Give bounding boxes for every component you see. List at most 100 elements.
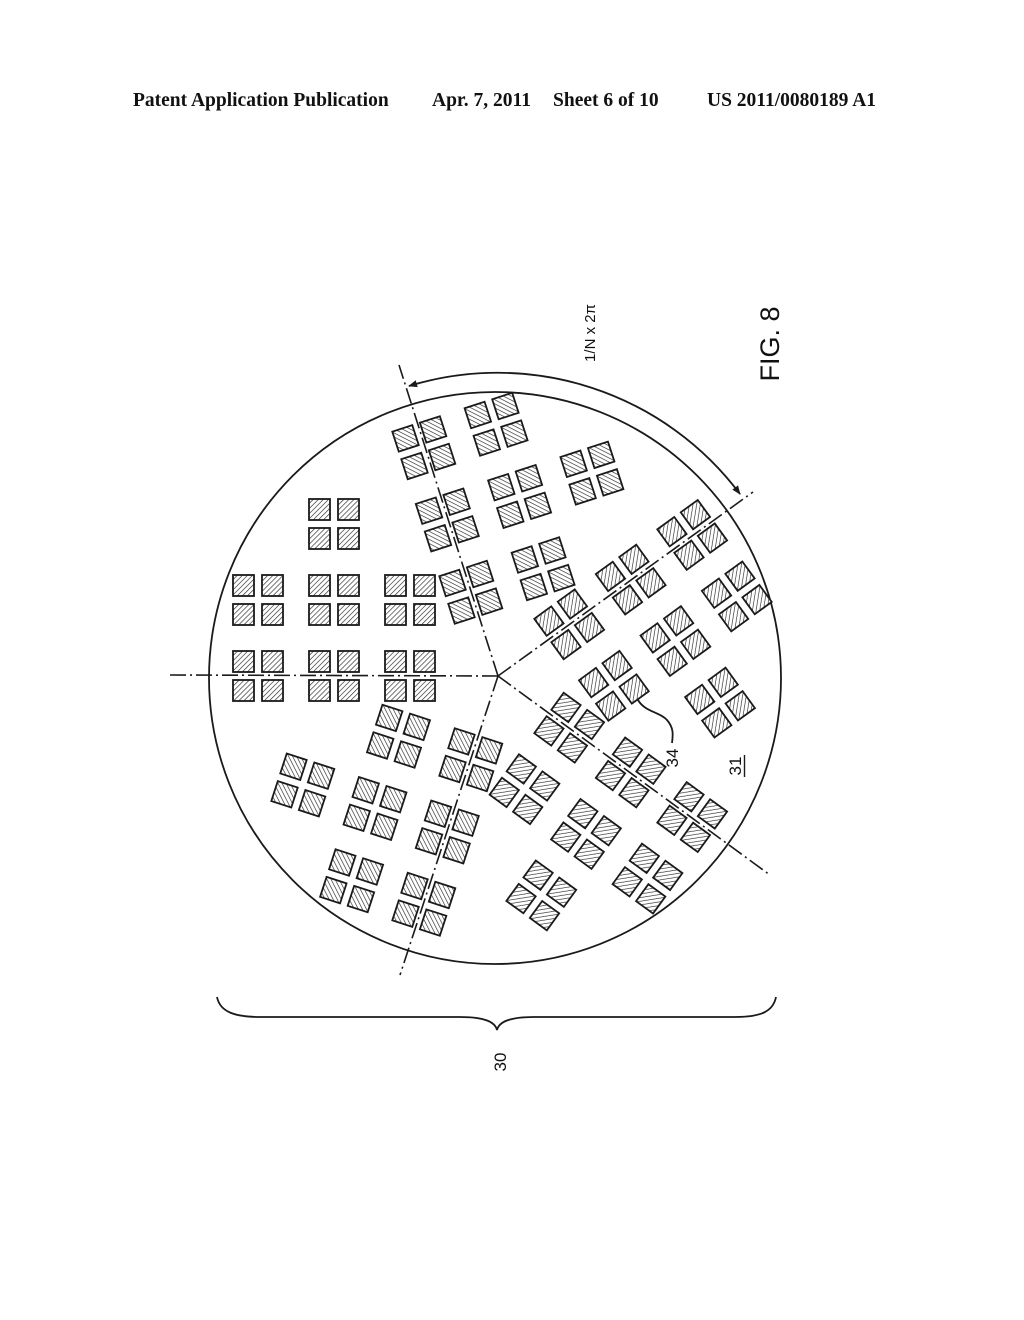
die bbox=[696, 797, 729, 830]
die bbox=[423, 799, 453, 829]
die-block bbox=[510, 536, 576, 602]
die bbox=[337, 498, 360, 521]
die bbox=[261, 679, 284, 702]
die bbox=[486, 472, 516, 502]
die bbox=[306, 761, 336, 791]
die bbox=[700, 706, 733, 739]
wafer-sector bbox=[488, 691, 729, 932]
die bbox=[442, 487, 471, 517]
die bbox=[700, 577, 733, 610]
die bbox=[511, 793, 544, 826]
die bbox=[628, 842, 661, 875]
die bbox=[617, 543, 650, 576]
die bbox=[391, 424, 420, 453]
die bbox=[232, 603, 255, 626]
die bbox=[393, 740, 423, 769]
die bbox=[374, 703, 404, 733]
die bbox=[573, 708, 606, 741]
die-block bbox=[391, 415, 457, 481]
die bbox=[724, 560, 756, 593]
die bbox=[400, 871, 429, 901]
die bbox=[308, 527, 331, 550]
die bbox=[549, 821, 582, 854]
wafer-sector bbox=[232, 498, 436, 702]
die-block bbox=[559, 440, 625, 506]
angle-arrow bbox=[408, 371, 741, 495]
die bbox=[495, 500, 525, 530]
die bbox=[365, 731, 395, 760]
die bbox=[261, 650, 284, 673]
die bbox=[505, 882, 537, 915]
die-block bbox=[342, 775, 408, 842]
die bbox=[683, 683, 716, 716]
die bbox=[550, 628, 582, 661]
die bbox=[414, 496, 444, 526]
die bbox=[634, 882, 667, 915]
die bbox=[522, 859, 555, 892]
die bbox=[318, 875, 348, 905]
substrate-reference-numeral: 31 bbox=[726, 757, 745, 776]
die bbox=[351, 775, 381, 805]
die bbox=[308, 574, 331, 597]
die bbox=[523, 491, 553, 521]
die bbox=[568, 477, 597, 506]
die bbox=[384, 679, 407, 702]
wafer-brace bbox=[216, 996, 777, 1031]
die-block bbox=[414, 487, 480, 553]
die bbox=[724, 689, 757, 722]
die bbox=[327, 848, 357, 877]
die bbox=[679, 821, 712, 854]
die-block bbox=[308, 498, 360, 550]
die bbox=[514, 463, 544, 493]
die-block bbox=[639, 604, 712, 678]
die bbox=[308, 498, 331, 521]
die bbox=[447, 596, 476, 625]
die bbox=[538, 536, 567, 565]
figure-label: FIG. 8 bbox=[755, 306, 785, 381]
die bbox=[297, 788, 327, 818]
die bbox=[545, 876, 578, 909]
die bbox=[662, 604, 695, 637]
die bbox=[384, 574, 407, 597]
die bbox=[261, 574, 284, 597]
die bbox=[463, 400, 493, 430]
figure-drawing: 1/N x 2π FIG. 8 34 31 30 bbox=[169, 304, 785, 1071]
die-block bbox=[577, 649, 651, 722]
die bbox=[423, 523, 453, 553]
die bbox=[418, 415, 448, 444]
die bbox=[418, 908, 448, 937]
die bbox=[617, 776, 650, 809]
die bbox=[656, 645, 689, 678]
wafer-sector bbox=[270, 703, 504, 937]
angle-label: 1/N x 2π bbox=[582, 304, 599, 362]
die bbox=[472, 428, 502, 457]
sector-axes bbox=[169, 364, 771, 976]
die bbox=[505, 753, 538, 785]
die bbox=[337, 574, 360, 597]
die bbox=[337, 603, 360, 626]
die bbox=[465, 763, 495, 793]
die bbox=[413, 603, 436, 626]
die bbox=[656, 804, 688, 837]
die bbox=[414, 826, 444, 856]
die bbox=[442, 835, 471, 865]
die bbox=[342, 803, 372, 833]
axis-line bbox=[169, 674, 499, 677]
die bbox=[413, 679, 436, 702]
die bbox=[451, 514, 480, 544]
die bbox=[232, 650, 255, 673]
die bbox=[500, 419, 529, 448]
die-block bbox=[488, 753, 561, 826]
die bbox=[618, 673, 651, 705]
die bbox=[474, 587, 504, 616]
die bbox=[590, 814, 623, 847]
die bbox=[308, 679, 331, 702]
die bbox=[547, 563, 576, 593]
die bbox=[566, 797, 599, 830]
die bbox=[577, 666, 610, 699]
substrate-reference: 31 bbox=[726, 755, 746, 777]
die bbox=[232, 679, 255, 702]
die bbox=[679, 498, 712, 531]
die bbox=[308, 603, 331, 626]
die bbox=[656, 515, 688, 548]
